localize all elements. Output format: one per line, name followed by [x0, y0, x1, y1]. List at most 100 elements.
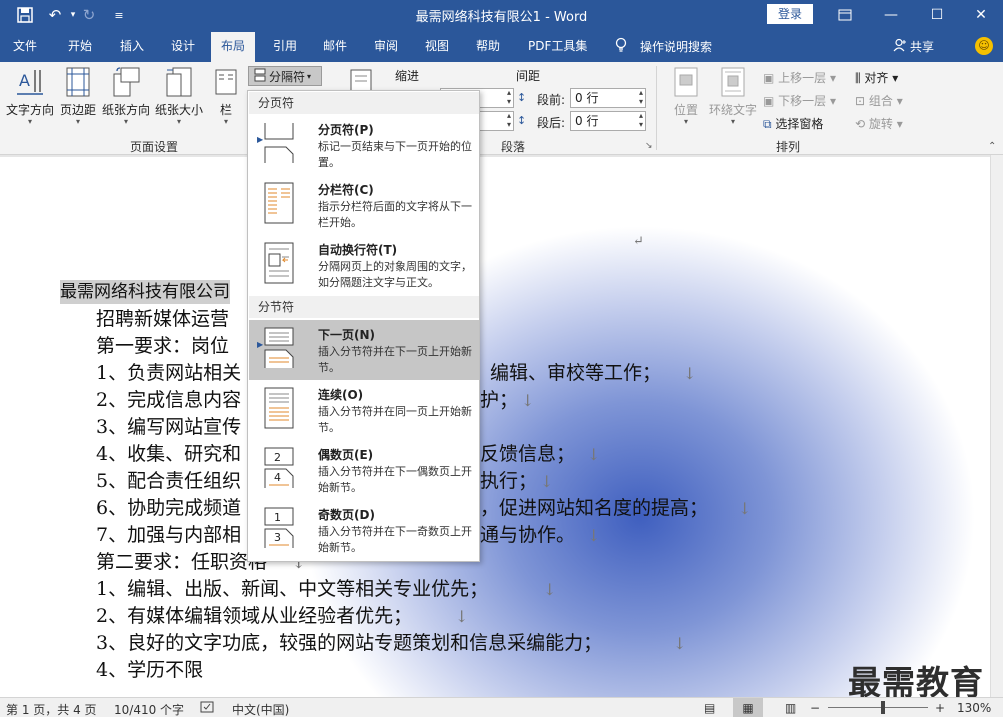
chevron-down-icon: ▾ [307, 71, 312, 81]
doc-line: 7、加强与内部相 [96, 524, 242, 546]
proofing-icon[interactable] [200, 701, 214, 716]
maximize-icon[interactable]: ☐ [914, 0, 960, 30]
wrap-text-button[interactable]: 环绕文字 ▾ [707, 66, 759, 126]
person-icon [893, 38, 907, 55]
tab-review[interactable]: 审阅 [374, 38, 398, 62]
page-setup-group-label: 页面设置 [130, 140, 179, 154]
ribbon-display-icon[interactable] [822, 0, 868, 30]
tab-mailings[interactable]: 邮件 [323, 38, 347, 62]
page-break-small-icon [253, 68, 267, 85]
menu-item-column-break[interactable]: 分栏符(C) 指示分栏符后面的文字将从下一栏开始。 [249, 175, 479, 235]
web-layout-icon[interactable]: ▥ [785, 701, 796, 715]
vertical-scrollbar[interactable] [990, 155, 1003, 697]
doc-line: 第一要求：岗位 [96, 335, 230, 357]
tab-references[interactable]: 引用 [273, 38, 297, 62]
doc-line: 3、良好的文字功底，较强的网站专题策划和信息采编能力； [96, 632, 603, 654]
odd-page-section-icon: 13 [264, 507, 294, 548]
doc-line: 2、完成信息内容 [96, 389, 242, 411]
zoom-slider-thumb[interactable] [881, 701, 885, 714]
rotate-button[interactable]: ⟲ 旋转 ▾ [855, 115, 903, 132]
tab-pdf-tools[interactable]: PDF工具集 [528, 38, 587, 62]
spacing-before-field[interactable]: 0 行 [570, 88, 646, 108]
position-button[interactable]: 位置 ▾ [668, 66, 704, 126]
svg-text:1: 1 [274, 511, 281, 524]
menu-item-page-break[interactable]: ▶ 分页符(P) 标记一页结束与下一页开始的位置。 [249, 115, 479, 175]
zoom-level[interactable]: 130% [957, 701, 991, 715]
collapse-ribbon-icon[interactable]: ⌃ [988, 141, 996, 152]
orientation-button[interactable]: 纸张方向 ▾ [100, 66, 152, 126]
zoom-in-icon[interactable]: + [935, 701, 945, 715]
zoom-slider[interactable] [828, 707, 928, 708]
doc-line: 5、配合责任组织 [96, 470, 242, 492]
svg-text:4: 4 [274, 471, 281, 484]
spacing-before-icon: ↕ [517, 91, 527, 104]
menu-item-odd-page[interactable]: 13 奇数页(D) 插入分节符并在下一奇数页上开始新节。 [249, 500, 479, 560]
rotate-icon: ⟲ [855, 117, 866, 131]
tab-design[interactable]: 设计 [171, 38, 195, 62]
print-layout-icon[interactable]: ▦ [733, 698, 763, 717]
spacing-label: 间距 [516, 69, 541, 83]
tab-home[interactable]: 开始 [68, 38, 92, 62]
title-bar: ↶ ▾ ↻ ≡ 最需网络科技有限公1 - Word 登录 — ☐ ✕ [0, 0, 1003, 30]
tell-me-search[interactable]: 操作说明搜索 [640, 38, 712, 55]
doc-line: 3、编写网站宣传 [96, 416, 242, 438]
language-indicator[interactable]: 中文(中国) [232, 701, 289, 717]
zoom-out-icon[interactable]: − [810, 701, 820, 715]
align-icon: ⫼ [855, 71, 861, 85]
close-icon[interactable]: ✕ [958, 0, 1003, 30]
document-page[interactable]: ↵ 最需网络科技有限公司 招聘新媒体运营 第一要求：岗位 1、负责网站相关 2、… [0, 157, 990, 697]
spacing-after-icon: ↕ [517, 114, 527, 127]
redo-icon[interactable]: ↻ [78, 5, 100, 25]
minimize-icon[interactable]: — [868, 0, 914, 30]
align-button[interactable]: ⫼ 对齐 ▾ [855, 69, 898, 86]
doc-line: 1、负责网站相关 [96, 362, 242, 384]
selection-pane-button[interactable]: ⧉ 选择窗格 [763, 115, 823, 132]
tab-layout[interactable]: 布局 [211, 32, 256, 62]
indent-label: 缩进 [395, 69, 420, 83]
text-direction-button[interactable]: A 文字方向 ▾ [5, 66, 55, 126]
paragraph-mark: ↓ [738, 499, 752, 518]
tab-view[interactable]: 视图 [425, 38, 449, 62]
word-count[interactable]: 10/410 个字 [114, 701, 184, 717]
paragraph-mark: ↓ [543, 580, 557, 599]
smiley-feedback-icon[interactable]: ☺ [975, 37, 993, 55]
group-separator [656, 66, 657, 150]
group-button[interactable]: ⊡ 组合 ▾ [855, 92, 903, 109]
menu-item-text-wrapping-break[interactable]: 自动换行符(T) 分隔网页上的对象周围的文字，如分隔题注文字与正文。 [249, 235, 479, 295]
margins-icon [66, 67, 90, 97]
breaks-button[interactable]: 分隔符 ▾ [248, 66, 322, 86]
page-count[interactable]: 第 1 页，共 4 页 [6, 701, 97, 717]
doc-line: 招聘新媒体运营 [96, 308, 230, 330]
group-icon: ⊡ [855, 94, 866, 108]
tab-file[interactable]: 文件 [13, 38, 37, 62]
ribbon: A 文字方向 ▾ 页边距 ▾ 纸张方向 ▾ 纸张大小 ▾ 栏 ▾ 分隔符 ▾ 页面设置 缩… [0, 62, 1003, 155]
menu-item-continuous[interactable]: 连续(O) 插入分节符并在同一页上开始新节。 [249, 380, 479, 440]
svg-text:3: 3 [274, 531, 281, 544]
menu-item-next-page[interactable]: ▶ 下一页(N) 插入分节符并在下一页上开始新节。 [249, 320, 479, 380]
ribbon-tabs: 文件 开始 插入 设计 布局 引用 邮件 审阅 视图 帮助 PDF工具集 操作说… [0, 30, 1003, 62]
share-button[interactable]: 共享 [893, 38, 934, 55]
columns-button[interactable]: 栏 ▾ [212, 66, 240, 126]
send-backward-button[interactable]: ▣ 下移一层 ▾ [763, 92, 836, 109]
customize-toolbar-icon[interactable]: ≡ [108, 5, 130, 25]
doc-line-fragment: 反馈信息； [480, 443, 576, 465]
bring-forward-button[interactable]: ▣ 上移一层 ▾ [763, 69, 836, 86]
page-breaks-header: 分页符 [249, 92, 479, 114]
focus-mode-icon[interactable]: ▤ [704, 701, 715, 715]
doc-line: 2、有媒体编辑领域从业经验者优先； [96, 605, 413, 627]
save-icon[interactable] [14, 5, 36, 25]
margins-button[interactable]: 页边距 ▾ [58, 66, 98, 126]
spacing-after-field[interactable]: 0 行 [570, 111, 646, 131]
tab-insert[interactable]: 插入 [120, 38, 144, 62]
dialog-launcher-icon[interactable]: ↘ [645, 141, 653, 151]
status-bar: 第 1 页，共 4 页 10/410 个字 中文(中国) ▤ ▦ ▥ − + 1… [0, 697, 1003, 717]
selection-pane-icon: ⧉ [763, 117, 772, 131]
doc-line: 4、学历不限 [96, 659, 204, 681]
menu-item-even-page[interactable]: 24 偶数页(E) 插入分节符并在下一偶数页上开始新节。 [249, 440, 479, 500]
size-button[interactable]: 纸张大小 ▾ [154, 66, 204, 126]
breaks-dropdown-menu: 分页符 ▶ 分页符(P) 标记一页结束与下一页开始的位置。 分栏符(C) 指示分… [247, 90, 480, 562]
login-button[interactable]: 登录 [767, 4, 813, 24]
paragraph-mark: ↓ [683, 364, 697, 383]
doc-line-fragment: 执行； [480, 470, 538, 492]
tab-help[interactable]: 帮助 [476, 38, 500, 62]
